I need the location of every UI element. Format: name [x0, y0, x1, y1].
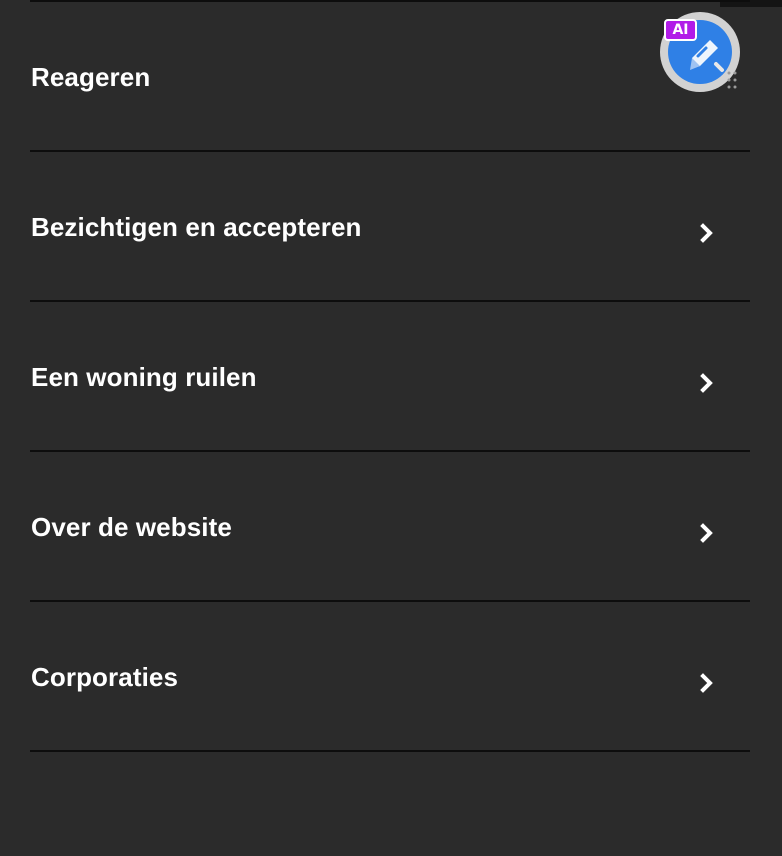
ai-assistant-button[interactable]: AI: [660, 12, 742, 94]
ai-badge: AI: [664, 19, 697, 41]
menu-item-label: Reageren: [31, 62, 151, 92]
menu-list: Reageren Bezichtigen en accepteren Een w…: [30, 0, 750, 752]
menu-item-label: Een woning ruilen: [31, 362, 257, 392]
menu-item-label: Corporaties: [31, 662, 179, 692]
menu-item-label: Bezichtigen en accepteren: [31, 212, 362, 242]
menu-item-bezichtigen-en-accepteren[interactable]: Bezichtigen en accepteren: [30, 152, 750, 302]
menu-item-label: Over de website: [31, 512, 232, 542]
menu-item-reageren[interactable]: Reageren: [30, 2, 750, 152]
drag-handle-icon[interactable]: [726, 70, 738, 90]
menu-item-een-woning-ruilen[interactable]: Een woning ruilen: [30, 302, 750, 452]
chevron-right-icon: [700, 673, 713, 693]
chevron-right-icon: [700, 523, 713, 543]
chevron-right-icon: [700, 223, 713, 243]
menu-item-over-de-website[interactable]: Over de website: [30, 452, 750, 602]
menu-item-corporaties[interactable]: Corporaties: [30, 602, 750, 752]
chevron-right-icon: [700, 373, 713, 393]
